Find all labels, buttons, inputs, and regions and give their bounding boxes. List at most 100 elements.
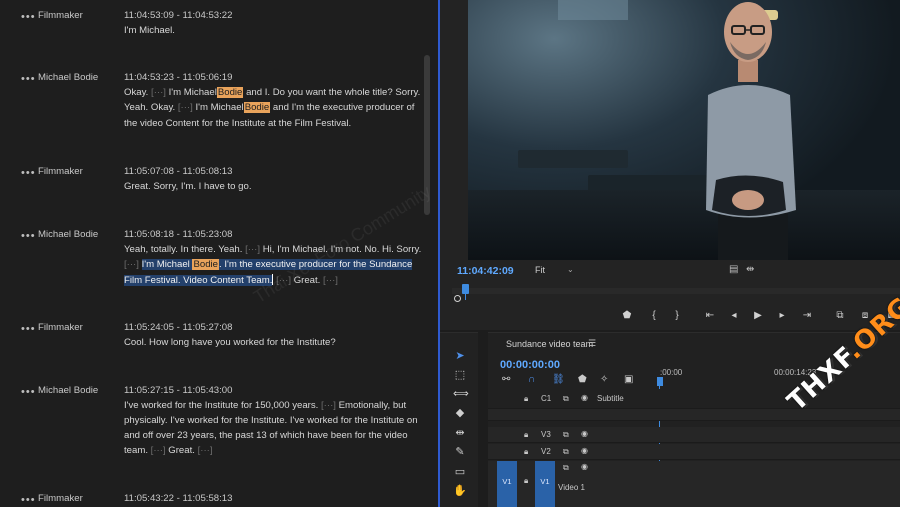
eye-icon[interactable]: ◉ [581,462,588,471]
add-marker-icon[interactable]: ⬟ [620,310,634,321]
rectangle-icon[interactable]: ▭ [453,465,467,479]
settings-icon[interactable]: ▤ [729,264,738,275]
eye-icon[interactable]: ◉ [581,393,588,402]
monitor-playhead[interactable] [462,284,469,294]
step-back-icon[interactable]: ◂ [727,310,741,321]
timeline-timecode[interactable]: 00:00:00:00 [500,359,560,371]
selection-tool-icon[interactable]: ➤ [453,349,467,363]
speaker-name: Michael Bodie [38,72,99,83]
ellipsis-icon[interactable]: ••• [21,323,36,335]
ellipsis-icon[interactable]: ••• [21,11,36,23]
floor [468,190,900,260]
ellipsis-icon[interactable]: ••• [21,167,36,179]
ellipsis-icon[interactable]: ••• [21,386,36,398]
snap-icon[interactable]: ∩ [528,374,535,385]
selected-text[interactable]: Film Festival. Video Content Team. [124,275,273,286]
search-highlight: Bodie [243,102,271,113]
lock-icon[interactable]: 🔒︎ [524,394,528,404]
eye-icon[interactable]: ◉ [581,429,588,438]
segment-timecode: 11:04:53:09 - 11:04:53:22 [124,10,233,21]
pen-icon[interactable]: ✎ [453,445,467,459]
speaker-name: Michael Bodie [38,229,99,240]
segment-timecode: 11:04:53:23 - 11:05:06:19 [124,72,233,83]
search-highlight: Bodie [216,87,244,98]
video-frame [468,0,900,260]
ellipsis-icon[interactable]: ••• [21,230,36,242]
track-select-icon[interactable]: ⬚ [453,368,467,382]
mark-out-icon[interactable]: } [670,310,684,321]
lift-icon[interactable]: ⧉ [833,310,847,321]
pause-marker: [···] [197,445,213,456]
eye-icon[interactable]: ◉ [581,446,588,455]
play-icon[interactable]: ▶ [751,310,765,321]
tools-panel: ➤ ⬚ ⟺ ◆ ⇹ ✎ ▭ ✋ [440,332,478,507]
sync-lock-icon[interactable]: ⧉ [563,447,569,457]
transcript-panel: ••• Filmmaker 11:04:53:09 - 11:04:53:22 … [0,0,438,507]
wrench-icon[interactable]: ✧ [600,374,608,385]
speaker-name: Filmmaker [38,322,83,333]
sync-lock-icon[interactable]: ⧉ [563,463,569,473]
transcript-line[interactable]: the video Content for the Institute at t… [124,118,351,129]
pause-marker: [···] [177,102,193,113]
go-to-in-icon[interactable]: ⇤ [703,310,717,321]
timeline-playhead[interactable] [657,377,663,386]
speaker-name: Michael Bodie [38,385,99,396]
go-to-out-icon[interactable]: ⇥ [800,310,814,321]
marker-icon[interactable]: ⬟ [578,374,587,385]
menu-icon[interactable]: ☰ [588,338,596,349]
transcript-line[interactable]: physically. I've worked for the Institut… [124,415,418,426]
track-row-v2[interactable]: 🔒︎ V2 ⧉ ◉ [488,444,900,460]
transcript-line[interactable]: Okay. [···] I'm MichaelBodie and I. Do y… [124,87,420,98]
lock-icon[interactable]: 🔒︎ [524,476,528,486]
speaker-name: Filmmaker [38,493,83,504]
hand-icon[interactable]: ✋ [453,484,467,498]
sync-lock-icon[interactable]: ⧉ [563,430,569,440]
step-forward-icon[interactable]: ▸ [775,310,789,321]
transcript-line[interactable]: Yeah, totally. In there. Yeah. [···] Hi,… [124,244,421,255]
ellipsis-icon[interactable]: ••• [21,494,36,506]
segment-timecode: 11:05:27:15 - 11:05:43:00 [124,385,233,396]
track-label: Video 1 [558,483,585,492]
transcript-line[interactable]: Yeah. Okay. [···] I'm MichaelBodie and I… [124,102,414,113]
zoom-handle[interactable] [454,295,461,302]
interviewee-figure [706,2,796,260]
monitor-scrub-bar[interactable] [452,288,900,294]
track-row-v3[interactable]: 🔒︎ V3 ⧉ ◉ [488,427,900,443]
razor-icon[interactable]: ◆ [453,406,467,420]
source-patch-v1[interactable]: V1 [497,461,517,507]
track-target-v1[interactable]: V1 [535,461,555,507]
sequence-tab[interactable]: Sundance video team [506,339,593,349]
transcript-line[interactable]: Great. Sorry, I'm. I have to go. [124,181,252,192]
pause-marker: [···] [321,400,336,411]
ellipsis-icon[interactable]: ••• [21,73,36,85]
expand-icon[interactable]: ⇹ [746,264,754,275]
lock-icon[interactable]: 🔒︎ [524,430,528,440]
program-timecode[interactable]: 11:04:42:09 [457,265,514,277]
zoom-fit-select[interactable]: Fit ⌄ [535,265,577,277]
transcript-line[interactable]: I'm Michael. [124,25,175,36]
sync-lock-icon[interactable]: ⧉ [563,394,569,404]
transcript-line[interactable]: Cool. How long have you worked for the I… [124,337,336,348]
selected-text[interactable]: I'm Michael Bodie. I'm the executive pro… [141,259,413,270]
ruler-label: :00:00 [660,368,683,377]
segment-timecode: 11:05:43:22 - 11:05:58:13 [124,493,233,504]
linked-selection-icon[interactable]: ⛓ [552,374,565,385]
transcript-line[interactable]: team. [···] Great. [···] [124,445,213,456]
nest-icon[interactable]: ⚯ [502,374,510,385]
captions-icon[interactable]: ▣ [624,374,633,385]
transcript-line[interactable]: and off over 23 years, the past 13 of wh… [124,430,408,441]
track-lane-c1[interactable] [488,409,900,421]
mark-in-icon[interactable]: { [647,310,661,321]
speaker-name: Filmmaker [38,166,83,177]
track-id: C1 [541,394,552,403]
pause-marker: [···] [151,87,166,98]
pause-marker: [···] [323,275,338,286]
chevron-down-icon: ⌄ [567,265,574,274]
ripple-edit-icon[interactable]: ⟺ [453,387,469,401]
lock-icon[interactable]: 🔒︎ [524,447,528,457]
transcript-line[interactable]: [···] I'm Michael Bodie. I'm the executi… [124,259,413,270]
transcript-line[interactable]: I've worked for the Institute for 150,00… [124,400,406,411]
pause-marker: [···] [124,259,139,270]
pause-marker: [···] [150,445,166,456]
slip-icon[interactable]: ⇹ [453,426,467,440]
